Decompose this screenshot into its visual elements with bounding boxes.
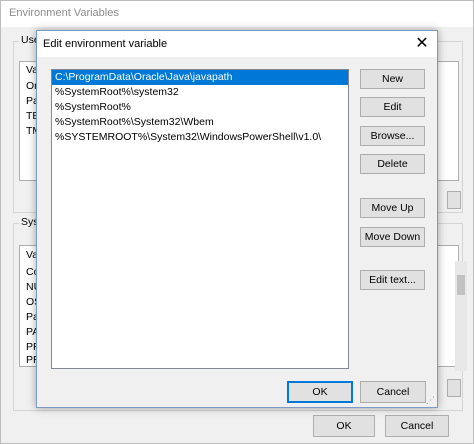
- cancel-button[interactable]: Cancel: [360, 381, 426, 403]
- delete-button[interactable]: Delete: [360, 154, 425, 174]
- path-list[interactable]: C:\ProgramData\Oracle\Java\javapath %Sys…: [51, 69, 349, 369]
- ok-button[interactable]: OK: [287, 381, 353, 403]
- scrollbar-thumb[interactable]: [457, 275, 465, 295]
- path-list-item[interactable]: %SystemRoot%\system32: [52, 85, 348, 100]
- bg-ok-button[interactable]: OK: [313, 415, 375, 437]
- edit-text-button[interactable]: Edit text...: [360, 270, 425, 290]
- close-icon[interactable]: ✕: [407, 31, 437, 57]
- bg-title-bar: Environment Variables: [1, 1, 473, 27]
- move-down-button[interactable]: Move Down: [360, 227, 425, 247]
- move-up-button[interactable]: Move Up: [360, 198, 425, 218]
- resize-grip-icon[interactable]: ⋰: [425, 395, 435, 405]
- path-list-item[interactable]: %SystemRoot%: [52, 100, 348, 115]
- bg-window-title: Environment Variables: [9, 7, 119, 19]
- path-list-item-selected[interactable]: C:\ProgramData\Oracle\Java\javapath: [52, 70, 348, 85]
- path-list-item[interactable]: %SYSTEMROOT%\System32\WindowsPowerShell\…: [52, 130, 348, 145]
- system-variables-button-edge[interactable]: [447, 379, 461, 397]
- edit-button[interactable]: Edit: [360, 97, 425, 117]
- user-variables-button-edge[interactable]: [447, 191, 461, 209]
- dialog-title: Edit environment variable: [43, 38, 168, 50]
- new-button[interactable]: New: [360, 69, 425, 89]
- dialog-title-bar: Edit environment variable ✕: [37, 31, 437, 57]
- browse-button[interactable]: Browse...: [360, 126, 425, 146]
- bg-cancel-button[interactable]: Cancel: [385, 415, 449, 437]
- edit-environment-variable-dialog: Edit environment variable ✕ C:\ProgramDa…: [36, 30, 438, 408]
- path-list-item[interactable]: %SystemRoot%\System32\Wbem: [52, 115, 348, 130]
- system-variables-scrollbar[interactable]: [455, 261, 467, 371]
